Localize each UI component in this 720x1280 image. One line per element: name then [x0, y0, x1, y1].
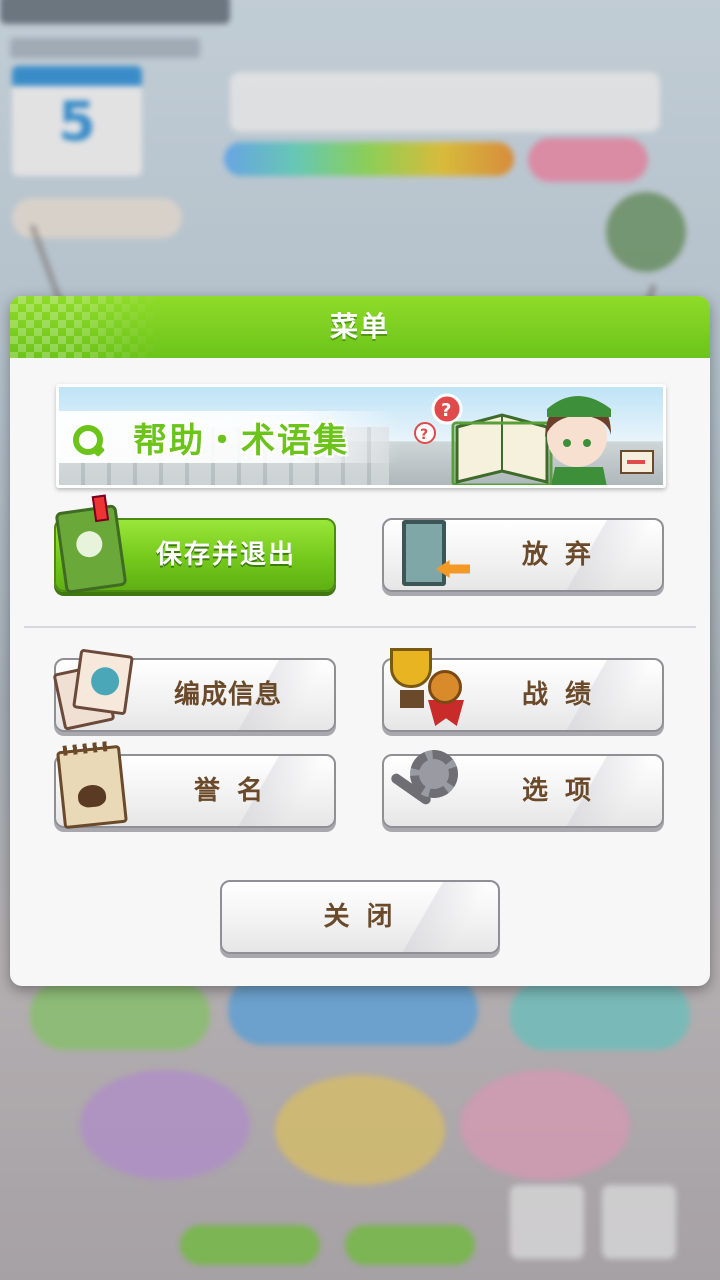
formation-info-button[interactable]: 编成信息	[52, 648, 336, 732]
svg-text:?: ?	[441, 400, 451, 421]
notebook-icon	[54, 504, 128, 594]
options-button[interactable]: 选 项	[382, 750, 664, 828]
help-glossary-banner[interactable]: 帮助・术语集 ? ?	[56, 384, 666, 488]
title-name-button[interactable]: 誉 名	[54, 744, 336, 830]
character-with-book-illustration: ? ?	[414, 393, 654, 485]
dialog-title: 菜单	[329, 310, 390, 343]
character-cards-icon	[52, 648, 134, 731]
close-label: 关 闭	[323, 902, 397, 932]
record-button[interactable]: 战 绩	[382, 648, 664, 732]
divider	[24, 626, 696, 628]
record-label: 战 绩	[522, 680, 596, 710]
help-glossary-label: 帮助・术语集	[133, 421, 349, 461]
search-icon	[73, 425, 103, 455]
notepad-icon	[56, 744, 128, 830]
svg-text:?: ?	[420, 427, 428, 443]
exit-door-icon	[402, 520, 446, 586]
give-up-label: 放 弃	[522, 540, 596, 570]
give-up-button[interactable]: 放 弃	[382, 518, 664, 592]
dialog-header: 菜单	[10, 296, 710, 358]
title-name-label: 誉 名	[194, 776, 268, 806]
options-label: 选 项	[522, 776, 596, 806]
close-button[interactable]: 关 闭	[220, 880, 500, 954]
menu-dialog: 菜单 帮助・术语集 ? ? 保存并退出 放 弃 编成信息 战 绩 誉 名 选 项…	[10, 296, 710, 986]
trophy-icon	[384, 648, 474, 730]
save-and-exit-button[interactable]: 保存并退出	[54, 504, 336, 594]
formation-info-label: 编成信息	[174, 680, 283, 710]
settings-gear-icon	[384, 750, 468, 824]
save-and-exit-label: 保存并退出	[156, 540, 297, 570]
